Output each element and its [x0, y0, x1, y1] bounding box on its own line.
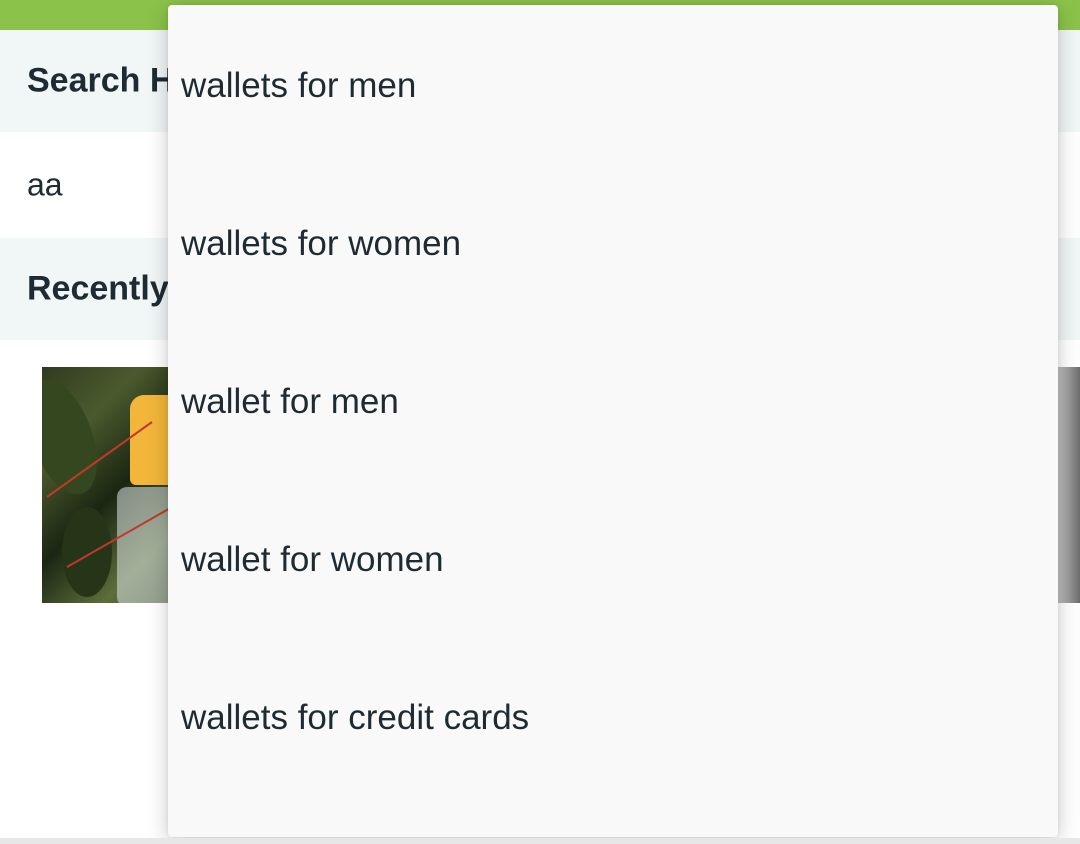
- suggestion-label: wallet for men: [181, 382, 399, 421]
- suggestion-item[interactable]: wallet for women: [168, 481, 1058, 639]
- search-suggestions-dropdown: wallets for men wallets for women wallet…: [168, 5, 1058, 837]
- suggestion-label: wallet for women: [181, 540, 444, 579]
- arrow-line: [66, 506, 173, 568]
- suggestion-item[interactable]: wallets for men: [168, 7, 1058, 165]
- suggestion-label: wallets for women: [181, 224, 462, 263]
- search-history-item-label: aa: [27, 166, 63, 203]
- suggestion-item[interactable]: wallets for credit cards: [168, 639, 1058, 797]
- suggestion-label: wallets for men: [181, 66, 417, 105]
- suggestion-item[interactable]: wallets for women: [168, 165, 1058, 323]
- suggestion-label: wallets for credit cards: [181, 698, 530, 737]
- bottom-divider: [0, 838, 1080, 844]
- arrow-line: [46, 421, 153, 498]
- suggestion-item[interactable]: wallet for men: [168, 323, 1058, 481]
